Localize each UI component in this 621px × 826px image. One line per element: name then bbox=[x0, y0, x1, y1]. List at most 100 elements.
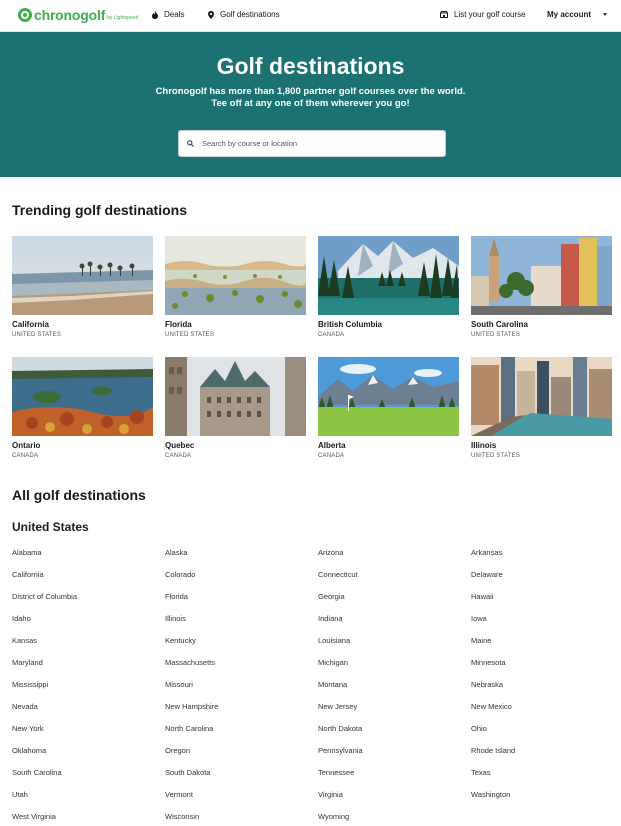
destination-card-alberta[interactable]: Alberta CANADA bbox=[318, 357, 459, 459]
card-name: Alberta bbox=[318, 441, 346, 450]
state-link[interactable]: Alaska bbox=[165, 548, 188, 557]
nav-list-your-course[interactable]: List your golf course bbox=[440, 10, 526, 19]
state-link[interactable]: Georgia bbox=[318, 592, 345, 601]
logo-subtext: by Lightspeed bbox=[107, 14, 139, 21]
hero-subtitle-line2: Tee off at any one of them wherever you … bbox=[211, 98, 410, 109]
chronogolf-logo-icon bbox=[18, 8, 32, 22]
destination-card-quebec[interactable]: Quebec CANADA bbox=[165, 357, 306, 459]
state-link[interactable]: Hawaii bbox=[471, 592, 494, 601]
state-link[interactable]: Tennessee bbox=[318, 768, 354, 777]
card-name: British Columbia bbox=[318, 320, 383, 329]
state-link[interactable]: North Carolina bbox=[165, 724, 213, 733]
storefront-icon bbox=[440, 11, 448, 18]
top-navigation: chronogolf by Lightspeed Deals Golf dest… bbox=[0, 0, 621, 32]
state-link[interactable]: Oregon bbox=[165, 746, 190, 755]
ontario-image bbox=[12, 357, 153, 436]
state-link[interactable]: Maryland bbox=[12, 658, 43, 667]
hero-subtitle-line1: Chronogolf has more than 1,800 partner g… bbox=[155, 86, 466, 97]
card-country: UNITED STATES bbox=[471, 453, 521, 459]
british-columbia-image bbox=[318, 236, 459, 315]
state-link[interactable]: Virginia bbox=[318, 790, 343, 799]
search-input[interactable] bbox=[202, 139, 432, 148]
page-title: Golf destinations bbox=[216, 53, 405, 79]
nav-golf-destinations-label: Golf destinations bbox=[220, 10, 280, 19]
nav-golf-destinations[interactable]: Golf destinations bbox=[208, 10, 280, 19]
state-link[interactable]: Mississippi bbox=[12, 680, 48, 689]
destination-card-california[interactable]: California UNITED STATES bbox=[12, 236, 153, 338]
state-link[interactable]: Alabama bbox=[12, 548, 42, 557]
state-link[interactable]: Ohio bbox=[471, 724, 487, 733]
state-link[interactable]: Delaware bbox=[471, 570, 503, 579]
chronogolf-logo[interactable]: chronogolf by Lightspeed bbox=[18, 7, 138, 23]
state-link[interactable]: Nebraska bbox=[471, 680, 503, 689]
state-link[interactable]: Colorado bbox=[165, 570, 195, 579]
state-link[interactable]: Illinois bbox=[165, 614, 186, 623]
destination-card-ontario[interactable]: Ontario CANADA bbox=[12, 357, 153, 459]
chevron-down-icon bbox=[603, 13, 608, 16]
card-country: CANADA bbox=[12, 453, 39, 459]
hero-banner: Golf destinations Chronogolf has more th… bbox=[0, 32, 621, 177]
state-link[interactable]: Nevada bbox=[12, 702, 38, 711]
state-link[interactable]: South Carolina bbox=[12, 768, 62, 777]
state-link[interactable]: Arizona bbox=[318, 548, 343, 557]
state-link[interactable]: Vermont bbox=[165, 790, 193, 799]
state-link[interactable]: Wyoming bbox=[318, 812, 349, 821]
state-link[interactable]: Indiana bbox=[318, 614, 343, 623]
state-link[interactable]: District of Columbia bbox=[12, 592, 77, 601]
quebec-image bbox=[165, 357, 306, 436]
state-link[interactable]: Montana bbox=[318, 680, 347, 689]
search-box[interactable] bbox=[178, 130, 446, 157]
card-country: CANADA bbox=[318, 453, 345, 459]
state-link[interactable]: Massachusetts bbox=[165, 658, 215, 667]
alberta-image bbox=[318, 357, 459, 436]
card-country: UNITED STATES bbox=[12, 332, 62, 338]
location-pin-icon bbox=[208, 10, 214, 19]
card-name: Quebec bbox=[165, 441, 195, 450]
state-link[interactable]: Arkansas bbox=[471, 548, 502, 557]
nav-deals-label: Deals bbox=[164, 10, 185, 19]
destination-card-british-columbia[interactable]: British Columbia CANADA bbox=[318, 236, 459, 338]
state-link[interactable]: Texas bbox=[471, 768, 491, 777]
state-link[interactable]: Kansas bbox=[12, 636, 37, 645]
state-link[interactable]: Oklahoma bbox=[12, 746, 46, 755]
flame-icon bbox=[152, 10, 158, 19]
state-link[interactable]: Pennsylvania bbox=[318, 746, 363, 755]
state-link[interactable]: South Dakota bbox=[165, 768, 210, 777]
logo-text: chronogolf bbox=[34, 7, 106, 23]
nav-list-your-course-label: List your golf course bbox=[454, 10, 526, 19]
state-link[interactable]: Wisconsin bbox=[165, 812, 199, 821]
card-name: Ontario bbox=[12, 441, 41, 450]
state-link[interactable]: Kentucky bbox=[165, 636, 196, 645]
search-icon bbox=[187, 140, 194, 147]
state-link[interactable]: Florida bbox=[165, 592, 188, 601]
state-link[interactable]: West Virginia bbox=[12, 812, 56, 821]
state-link[interactable]: Michigan bbox=[318, 658, 348, 667]
nav-deals[interactable]: Deals bbox=[152, 10, 184, 19]
destination-card-south-carolina[interactable]: South Carolina UNITED STATES bbox=[471, 236, 612, 338]
state-link[interactable]: Louisiana bbox=[318, 636, 350, 645]
destination-card-illinois[interactable]: Illinois UNITED STATES bbox=[471, 357, 612, 459]
nav-my-account[interactable]: My account bbox=[547, 10, 608, 19]
state-link[interactable]: Minnesota bbox=[471, 658, 506, 667]
trending-heading: Trending golf destinations bbox=[12, 202, 187, 218]
state-link[interactable]: Idaho bbox=[12, 614, 31, 623]
destination-card-florida[interactable]: Florida UNITED STATES bbox=[165, 236, 306, 338]
card-country: CANADA bbox=[165, 453, 192, 459]
state-link[interactable]: Washington bbox=[471, 790, 510, 799]
california-image bbox=[12, 236, 153, 315]
state-link[interactable]: Missouri bbox=[165, 680, 193, 689]
state-link[interactable]: Maine bbox=[471, 636, 491, 645]
state-link[interactable]: New Hampshire bbox=[165, 702, 218, 711]
state-link[interactable]: North Dakota bbox=[318, 724, 362, 733]
card-name: California bbox=[12, 320, 49, 329]
state-link[interactable]: Connecticut bbox=[318, 570, 358, 579]
state-link[interactable]: Utah bbox=[12, 790, 28, 799]
all-destinations-heading: All golf destinations bbox=[12, 487, 146, 503]
hero-subtitle: Chronogolf has more than 1,800 partner g… bbox=[0, 86, 621, 110]
state-link[interactable]: Rhode Island bbox=[471, 746, 515, 755]
state-link[interactable]: New Jersey bbox=[318, 702, 357, 711]
state-link[interactable]: New Mexico bbox=[471, 702, 512, 711]
state-link[interactable]: California bbox=[12, 570, 44, 579]
state-link[interactable]: New York bbox=[12, 724, 44, 733]
state-link[interactable]: Iowa bbox=[471, 614, 487, 623]
